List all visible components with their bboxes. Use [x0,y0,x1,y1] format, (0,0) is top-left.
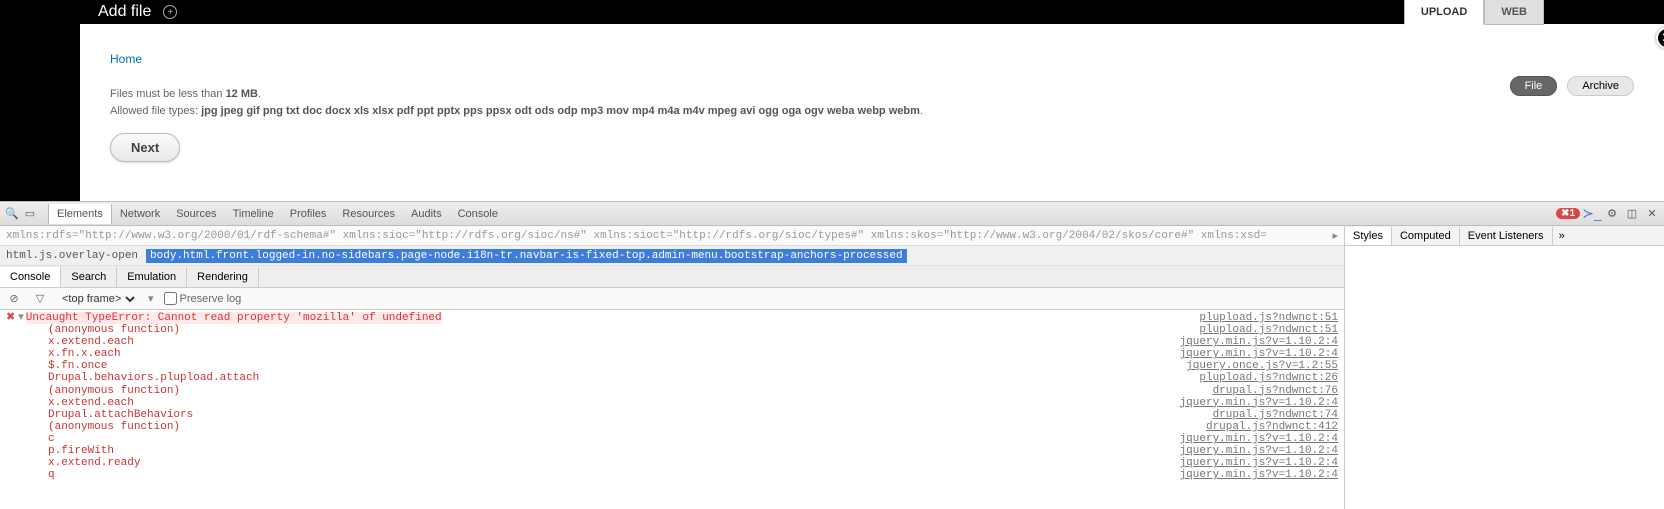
preserve-log[interactable]: Preserve log [164,292,242,305]
breadcrumb-trail[interactable]: html.js.overlay-open body.html.front.log… [0,246,1344,266]
console-toggle-icon[interactable]: ≻_ [1584,206,1600,222]
clear-console-icon[interactable]: ⊘ [6,291,22,307]
file-archive-pills: File Archive [1510,76,1634,96]
source-link[interactable]: drupal.js?ndwnct:74 [1213,409,1338,421]
devtools-tab-elements[interactable]: Elements [48,204,112,224]
breadcrumb-home[interactable]: Home [110,52,142,66]
preserve-log-checkbox[interactable] [164,292,177,305]
error-source-link[interactable]: plupload.js?ndwnct:51 [1199,312,1338,324]
devtools-tab-timeline[interactable]: Timeline [225,204,282,224]
source-link[interactable]: jquery.min.js?v=1.10.2:4 [1180,433,1338,445]
devtools-split: xmlns:rdfs="http://www.w3.org/2000/01/rd… [0,226,1664,509]
devtools-tab-network[interactable]: Network [112,204,168,224]
drawer-tabs: ConsoleSearchEmulationRendering [0,266,1344,288]
source-link[interactable]: plupload.js?ndwnct:26 [1199,372,1338,384]
scroll-arrow-icon[interactable]: ▸ [1332,229,1338,243]
console-log: ✖▾Uncaught TypeError: Cannot read proper… [0,310,1344,509]
stack-frame: c [6,433,1180,445]
devtools-tab-profiles[interactable]: Profiles [282,204,335,224]
help-text: Files must be less than 12 MB. Allowed f… [110,86,1634,119]
stack-frame: (anonymous function) [6,324,1199,336]
inspect-icon[interactable]: 🔍 [4,206,20,222]
plus-icon[interactable]: + [163,5,177,19]
selected-element-crumb: body.html.front.logged-in.no-sidebars.pa… [146,249,907,263]
stack-frame: (anonymous function) [6,385,1213,397]
close-devtools-icon[interactable]: ✕ [1644,206,1660,222]
stack-frame: x.extend.each [6,397,1180,409]
stack-frame: x.fn.x.each [6,348,1180,360]
drawer-tab-search[interactable]: Search [61,267,117,287]
frame-dropdown-icon[interactable]: ▾ [148,292,154,305]
source-link[interactable]: plupload.js?ndwnct:51 [1199,324,1338,336]
drawer-tab-console[interactable]: Console [0,267,61,287]
side-tab-event-listeners[interactable]: Event Listeners [1460,227,1553,245]
stack-frame: x.extend.ready [6,457,1180,469]
sidebar-tabs: StylesComputedEvent Listeners» [1345,226,1664,246]
source-link[interactable]: jquery.min.js?v=1.10.2:4 [1180,336,1338,348]
devtools-main: xmlns:rdfs="http://www.w3.org/2000/01/rd… [0,226,1344,509]
source-link[interactable]: jquery.min.js?v=1.10.2:4 [1180,397,1338,409]
breadcrumb: Home [110,52,1634,66]
devtools-tab-console[interactable]: Console [450,204,506,224]
error-icon: ✖ [6,312,15,324]
error-count-badge[interactable]: ✖1 [1556,208,1580,219]
device-icon[interactable]: ▭ [22,206,38,222]
stack-frame: p.fireWith [6,445,1180,457]
stack-frame: x.extend.each [6,336,1180,348]
filter-icon[interactable]: ▽ [32,291,48,307]
stack-frame: Drupal.behaviors.plupload.attach [6,372,1199,384]
add-file-modal: Add file + ✕ Home File Archive Files mus… [80,0,1664,201]
side-tab-more-icon[interactable]: » [1553,227,1571,245]
modal-title: Add file [98,3,151,21]
tab-upload[interactable]: UPLOAD [1404,0,1484,25]
drawer-tab-emulation[interactable]: Emulation [117,267,187,287]
pill-archive[interactable]: Archive [1567,76,1634,96]
source-link[interactable]: drupal.js?ndwnct:76 [1213,385,1338,397]
stack-frame: q [6,469,1180,481]
error-message: Uncaught TypeError: Cannot read property… [26,312,442,324]
modal-outer-tabs: UPLOAD WEB [1404,0,1544,25]
drawer-tab-rendering[interactable]: Rendering [187,267,259,287]
devtools-toolbar: 🔍 ▭ ElementsNetworkSourcesTimelineProfil… [0,202,1664,226]
source-link[interactable]: jquery.once.js?v=1.2:55 [1186,360,1338,372]
source-link[interactable]: jquery.min.js?v=1.10.2:4 [1180,445,1338,457]
settings-icon[interactable]: ⚙ [1604,206,1620,222]
stack-frame: Drupal.attachBehaviors [6,409,1213,421]
modal-body: Home File Archive Files must be less tha… [80,24,1664,201]
next-button[interactable]: Next [110,133,180,162]
expand-icon[interactable]: ▾ [18,312,24,324]
site-background: SPORT-COMBAT SAMBO FEDERASYONU UPLOAD WE… [0,0,1664,201]
source-link[interactable]: jquery.min.js?v=1.10.2:4 [1180,348,1338,360]
side-tab-styles[interactable]: Styles [1345,227,1392,245]
devtools-panel: 🔍 ▭ ElementsNetworkSourcesTimelineProfil… [0,201,1664,509]
console-controls: ⊘ ▽ <top frame> ▾ Preserve log [0,288,1344,310]
devtools-tab-audits[interactable]: Audits [403,204,450,224]
tab-web[interactable]: WEB [1484,0,1544,25]
html-source-bar: xmlns:rdfs="http://www.w3.org/2000/01/rd… [0,226,1344,246]
devtools-sidebar: StylesComputedEvent Listeners» [1344,226,1664,509]
source-link[interactable]: drupal.js?ndwnct:412 [1206,421,1338,433]
devtools-tabs: ElementsNetworkSourcesTimelineProfilesRe… [48,204,506,224]
devtools-tab-sources[interactable]: Sources [168,204,224,224]
pill-file[interactable]: File [1510,76,1558,96]
source-link[interactable]: jquery.min.js?v=1.10.2:4 [1180,469,1338,481]
devtools-tab-resources[interactable]: Resources [334,204,403,224]
frame-selector[interactable]: <top frame> [58,292,138,306]
source-link[interactable]: jquery.min.js?v=1.10.2:4 [1180,457,1338,469]
side-tab-computed[interactable]: Computed [1392,227,1460,245]
dock-icon[interactable]: ◫ [1624,206,1640,222]
stack-frame: (anonymous function) [6,421,1206,433]
stack-frame: $.fn.once [6,360,1186,372]
